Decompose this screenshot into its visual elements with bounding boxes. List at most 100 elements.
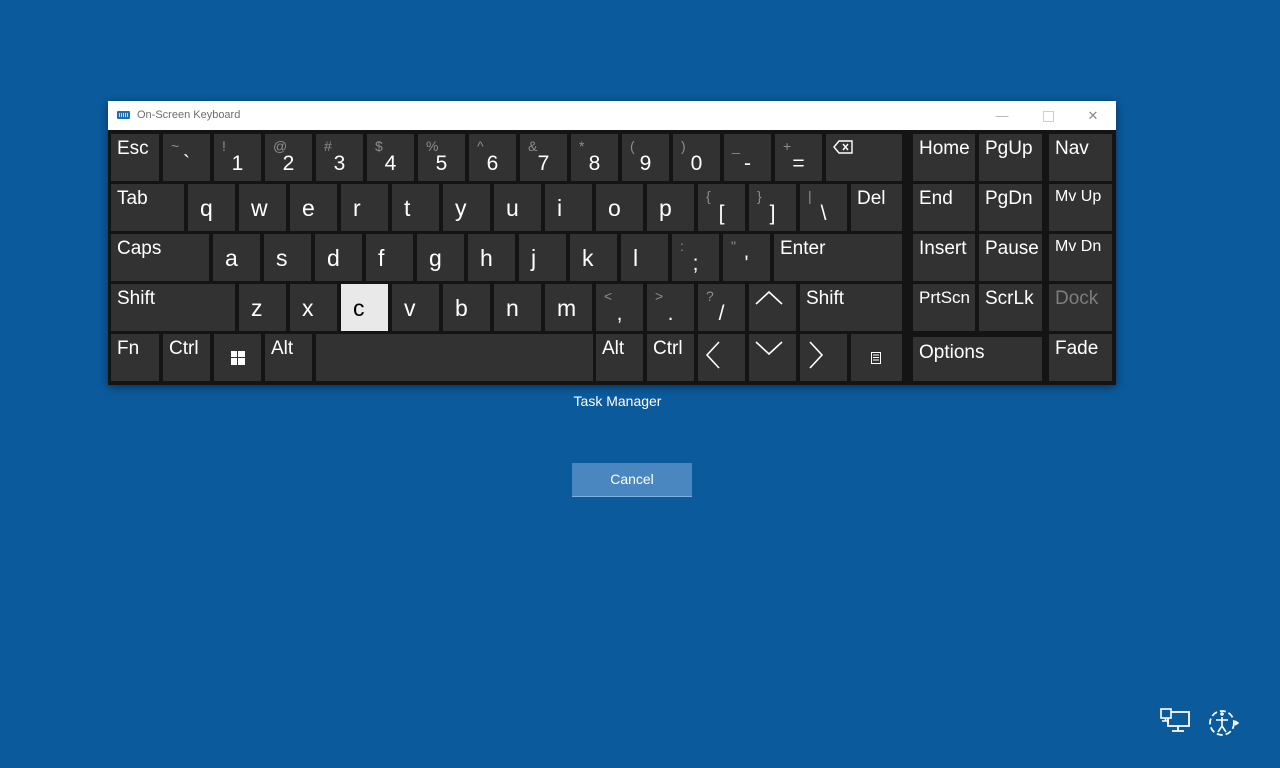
keyboard-icon xyxy=(117,111,130,119)
key-8[interactable]: * 8 xyxy=(571,134,618,181)
key-right-ctrl[interactable]: Ctrl xyxy=(647,334,694,381)
key-5[interactable]: % 5 xyxy=(418,134,465,181)
arrow-right-icon xyxy=(809,341,824,369)
key-g[interactable]: g xyxy=(417,234,464,281)
arrow-left-icon xyxy=(705,341,720,369)
key-3[interactable]: #3 xyxy=(316,134,363,181)
key-backspace[interactable] xyxy=(826,134,902,181)
key-6[interactable]: ^ 6 xyxy=(469,134,516,181)
key-tab[interactable]: Tab xyxy=(111,184,184,231)
key-x[interactable]: x xyxy=(290,284,337,331)
key-2[interactable]: @2 xyxy=(265,134,312,181)
key-j[interactable]: j xyxy=(519,234,566,281)
key-4[interactable]: $4 xyxy=(367,134,414,181)
key-insert[interactable]: Insert xyxy=(913,234,975,281)
arrow-down-icon xyxy=(755,341,783,356)
key-fn[interactable]: Fn xyxy=(111,334,159,381)
key-s[interactable]: s xyxy=(264,234,311,281)
key-n[interactable]: n xyxy=(494,284,541,331)
key-prtscn[interactable]: PrtScn xyxy=(913,284,975,331)
key-arrow-down[interactable] xyxy=(749,334,796,381)
key-backtick[interactable]: ~ ` xyxy=(163,134,210,181)
key-h[interactable]: h xyxy=(468,234,515,281)
key-nav[interactable]: Nav xyxy=(1049,134,1112,181)
key-del[interactable]: Del xyxy=(851,184,902,231)
key-enter[interactable]: Enter xyxy=(774,234,902,281)
key-options[interactable]: Options xyxy=(913,337,1042,381)
key-equals[interactable]: + = xyxy=(775,134,822,181)
key-left-bracket[interactable]: {[ xyxy=(698,184,745,231)
key-minus[interactable]: _ - xyxy=(724,134,771,181)
key-backslash[interactable]: | \ xyxy=(800,184,847,231)
key-mv-up[interactable]: Mv Up xyxy=(1049,184,1112,231)
key-a[interactable]: a xyxy=(213,234,260,281)
key-comma[interactable]: <, xyxy=(596,284,643,331)
title-bar[interactable]: On-Screen Keyboard — ✕ xyxy=(108,101,1116,130)
key-end[interactable]: End xyxy=(913,184,975,231)
key-scrlk[interactable]: ScrLk xyxy=(979,284,1042,331)
key-k[interactable]: k xyxy=(570,234,617,281)
key-y[interactable]: y xyxy=(443,184,490,231)
windows-icon xyxy=(231,351,245,365)
key-9[interactable]: (9 xyxy=(622,134,669,181)
task-manager-link[interactable]: Task Manager xyxy=(560,393,675,409)
key-left-shift[interactable]: Shift xyxy=(111,284,235,331)
key-pgdn[interactable]: PgDn xyxy=(979,184,1042,231)
cancel-button[interactable]: Cancel xyxy=(572,463,692,497)
key-c[interactable]: c xyxy=(341,284,388,331)
key-right-bracket[interactable]: }] xyxy=(749,184,796,231)
backspace-icon xyxy=(833,140,853,154)
key-arrow-up[interactable] xyxy=(749,284,796,331)
key-1[interactable]: ! 1 xyxy=(214,134,261,181)
key-pause[interactable]: Pause xyxy=(979,234,1042,281)
keyboard-area: Esc ~ ` ! 1 @2 #3 $4 % 5 ^ 6 & 7 * 8 (9 ) 0 _ - … xyxy=(108,130,1116,385)
key-arrow-right[interactable] xyxy=(800,334,847,381)
key-z[interactable]: z xyxy=(239,284,286,331)
key-v[interactable]: v xyxy=(392,284,439,331)
arrow-up-icon xyxy=(755,290,783,305)
key-right-shift[interactable]: Shift xyxy=(800,284,902,331)
network-icon[interactable] xyxy=(1159,706,1191,740)
key-left-ctrl[interactable]: Ctrl xyxy=(163,334,210,381)
key-semicolon[interactable]: :; xyxy=(672,234,719,281)
window-title: On-Screen Keyboard xyxy=(137,109,241,121)
minimize-button[interactable]: — xyxy=(979,101,1025,130)
key-right-alt[interactable]: Alt xyxy=(596,334,643,381)
key-left-alt[interactable]: Alt xyxy=(265,334,312,381)
key-q[interactable]: q xyxy=(188,184,235,231)
key-f[interactable]: f xyxy=(366,234,413,281)
key-fade[interactable]: Fade xyxy=(1049,334,1112,381)
ease-of-access-icon[interactable] xyxy=(1207,706,1239,740)
key-u[interactable]: u xyxy=(494,184,541,231)
key-w[interactable]: w xyxy=(239,184,286,231)
key-home[interactable]: Home xyxy=(913,134,975,181)
key-0[interactable]: ) 0 xyxy=(673,134,720,181)
key-7[interactable]: & 7 xyxy=(520,134,567,181)
key-r[interactable]: r xyxy=(341,184,388,231)
key-p[interactable]: p xyxy=(647,184,694,231)
key-space[interactable] xyxy=(316,334,593,381)
key-esc[interactable]: Esc xyxy=(111,134,159,181)
on-screen-keyboard-window: On-Screen Keyboard — ✕ Esc ~ ` ! 1 @2 #3 $… xyxy=(108,101,1116,385)
key-period[interactable]: >. xyxy=(647,284,694,331)
key-arrow-left[interactable] xyxy=(698,334,745,381)
key-m[interactable]: m xyxy=(545,284,592,331)
key-o[interactable]: o xyxy=(596,184,643,231)
key-dock: Dock xyxy=(1049,284,1112,331)
key-quote[interactable]: " ' xyxy=(723,234,770,281)
close-button[interactable]: ✕ xyxy=(1070,101,1116,130)
key-b[interactable]: b xyxy=(443,284,490,331)
key-d[interactable]: d xyxy=(315,234,362,281)
key-caps[interactable]: Caps xyxy=(111,234,209,281)
maximize-button[interactable] xyxy=(1025,101,1071,130)
maximize-icon xyxy=(1042,111,1054,123)
key-pgup[interactable]: PgUp xyxy=(979,134,1042,181)
key-menu[interactable] xyxy=(851,334,902,381)
key-l[interactable]: l xyxy=(621,234,668,281)
key-e[interactable]: e xyxy=(290,184,337,231)
key-mv-dn[interactable]: Mv Dn xyxy=(1049,234,1112,281)
key-t[interactable]: t xyxy=(392,184,439,231)
key-slash[interactable]: ? / xyxy=(698,284,745,331)
key-windows[interactable] xyxy=(214,334,261,381)
key-i[interactable]: i xyxy=(545,184,592,231)
